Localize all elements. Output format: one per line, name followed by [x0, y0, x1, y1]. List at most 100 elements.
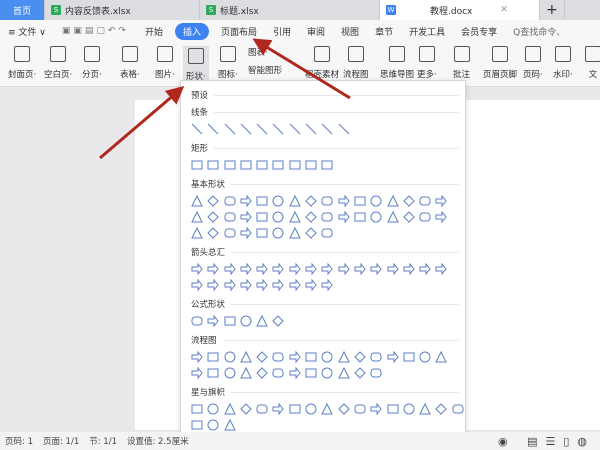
shape-icon[interactable]	[256, 367, 268, 379]
shape-icon[interactable]	[191, 367, 203, 379]
shape-icon[interactable]	[272, 315, 285, 327]
shape-icon[interactable]	[403, 195, 415, 207]
shape-icon[interactable]	[272, 263, 285, 275]
shape-icon[interactable]	[435, 211, 448, 223]
menu-member[interactable]: 会员专享	[453, 25, 505, 38]
shape-icon[interactable]	[321, 195, 333, 207]
shape-icon[interactable]	[370, 351, 382, 363]
shape-icon[interactable]	[256, 211, 268, 223]
shape-icon[interactable]	[240, 279, 252, 291]
shape-icon[interactable]	[207, 263, 219, 275]
shape-icon[interactable]	[321, 279, 334, 291]
shape-icon[interactable]	[321, 123, 333, 135]
shape-icon[interactable]	[305, 403, 317, 415]
shape-icon[interactable]	[272, 403, 285, 415]
shape-icon[interactable]	[223, 419, 236, 431]
shape-icon[interactable]	[435, 351, 448, 363]
menu-layout[interactable]: 页面布局	[213, 25, 265, 38]
shape-icon[interactable]	[305, 279, 317, 291]
shape-icon[interactable]	[289, 123, 301, 135]
shape-icon[interactable]	[224, 159, 236, 171]
shape-icon[interactable]	[191, 351, 203, 363]
shape-icon[interactable]	[419, 263, 431, 275]
shape-icon[interactable]	[354, 403, 366, 415]
view-mode-icons[interactable]: ◉ ▤☰▯◍	[493, 435, 600, 448]
ribbon-btn[interactable]: 页码·	[523, 46, 543, 80]
shape-icon[interactable]	[419, 211, 431, 223]
shape-icon[interactable]	[240, 211, 252, 223]
shape-icon[interactable]	[370, 263, 382, 275]
ribbon-btn[interactable]: 形状·	[183, 46, 209, 84]
shape-icon[interactable]	[289, 159, 301, 171]
shape-icon[interactable]	[387, 351, 399, 363]
shape-icon[interactable]	[289, 367, 301, 379]
shape-icon[interactable]	[224, 195, 236, 207]
ribbon-btn[interactable]: 封面页·	[8, 46, 36, 80]
shape-icon[interactable]	[354, 211, 366, 223]
tab-feedback-xlsx[interactable]: S 内容反馈表.xlsx	[45, 0, 200, 20]
shape-icon[interactable]	[191, 123, 203, 135]
shape-icon[interactable]	[191, 195, 203, 207]
shape-icon[interactable]	[240, 367, 252, 379]
shape-icon[interactable]	[207, 195, 220, 207]
shape-icon[interactable]	[207, 123, 219, 135]
shape-icon[interactable]	[386, 195, 399, 207]
shape-icon[interactable]	[354, 195, 366, 207]
shape-icon[interactable]	[223, 403, 236, 415]
ribbon-btn[interactable]: 空白页·	[44, 46, 72, 80]
shape-icon[interactable]	[224, 211, 236, 223]
shape-icon[interactable]	[207, 211, 220, 223]
shape-icon[interactable]	[338, 123, 350, 135]
shape-icon[interactable]	[256, 263, 268, 275]
shape-icon[interactable]	[224, 279, 236, 291]
shape-icon[interactable]	[272, 159, 284, 171]
shape-icon[interactable]	[338, 211, 350, 223]
menu-insert[interactable]: 插入	[174, 22, 209, 40]
shape-icon[interactable]	[240, 159, 252, 171]
shape-icon[interactable]	[272, 211, 284, 223]
shape-icon[interactable]	[370, 367, 382, 379]
ribbon-btn[interactable]: 智能图形	[248, 64, 282, 76]
ribbon-btn[interactable]: 水印·	[553, 46, 573, 80]
shape-icon[interactable]	[321, 263, 334, 275]
ribbon-btn[interactable]: 页眉页脚	[483, 46, 517, 80]
shape-icon[interactable]	[240, 123, 252, 135]
ribbon-btn[interactable]: 图标·	[218, 46, 238, 80]
shape-icon[interactable]	[207, 403, 219, 415]
shape-icon[interactable]	[321, 159, 333, 171]
shape-icon[interactable]	[207, 351, 219, 363]
shape-icon[interactable]	[305, 263, 317, 275]
shape-icon[interactable]	[403, 263, 415, 275]
shape-icon[interactable]	[224, 367, 236, 379]
shape-icon[interactable]	[337, 367, 350, 379]
shape-icon[interactable]	[403, 351, 415, 363]
shape-icon[interactable]	[272, 367, 284, 379]
shape-icon[interactable]	[191, 403, 203, 415]
shape-icon[interactable]	[207, 315, 219, 327]
ribbon-btn[interactable]: 批注	[453, 46, 470, 80]
shape-icon[interactable]	[256, 315, 268, 327]
shape-icon[interactable]	[272, 351, 284, 363]
shape-icon[interactable]	[256, 195, 268, 207]
ribbon-btn[interactable]: 表格·	[120, 46, 140, 80]
shape-icon[interactable]	[224, 351, 236, 363]
shape-icon[interactable]	[321, 367, 333, 379]
ribbon-btn[interactable]: 思维导图	[380, 46, 414, 80]
shape-icon[interactable]	[370, 403, 382, 415]
shape-icon[interactable]	[288, 211, 301, 223]
shape-icon[interactable]	[403, 211, 415, 223]
shape-icon[interactable]	[387, 403, 399, 415]
shape-icon[interactable]	[191, 315, 203, 327]
menu-review[interactable]: 审阅	[299, 25, 333, 38]
shape-icon[interactable]	[224, 123, 236, 135]
shape-icon[interactable]	[224, 315, 236, 327]
ribbon-btn[interactable]: 更多·	[417, 46, 437, 80]
shape-icon[interactable]	[224, 227, 236, 239]
new-tab-button[interactable]: +	[540, 0, 565, 20]
ribbon-btn[interactable]: 分页·	[82, 46, 102, 80]
shape-icon[interactable]	[207, 419, 219, 431]
file-menu[interactable]: ≡ 文件 ∨	[0, 25, 54, 38]
shape-icon[interactable]	[419, 403, 431, 415]
shape-icon[interactable]	[191, 159, 203, 171]
shape-icon[interactable]	[305, 367, 317, 379]
